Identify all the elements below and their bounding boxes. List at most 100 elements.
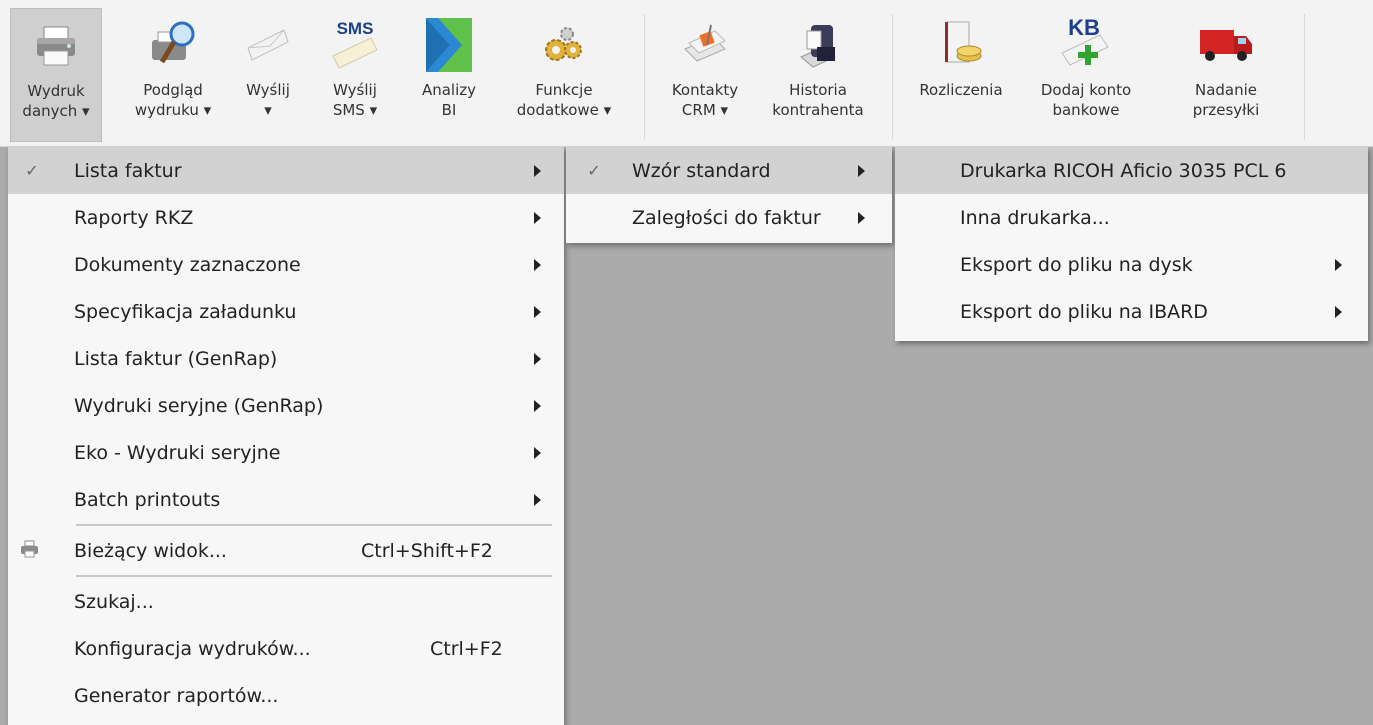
bi-analytics-label-2: BI xyxy=(441,101,457,119)
send-sms-button[interactable]: SMS Wyślij SMS ▾ xyxy=(324,8,386,142)
menu-item-label: Bieżący widok... xyxy=(74,539,227,562)
menu-item-eko-serial-printouts[interactable]: Eko - Wydruki seryjne xyxy=(8,429,564,476)
menu-item-label: Dokumenty zaznaczone xyxy=(74,253,301,276)
menu-item-shortcut: Ctrl+F2 xyxy=(430,637,503,660)
menu-item-report-generator[interactable]: Generator raportów... xyxy=(8,672,564,719)
menu-item-label: Batch printouts xyxy=(74,488,221,511)
standard-template-submenu: Drukarka RICOH Aficio 3035 PCL 6 Inna dr… xyxy=(895,147,1368,341)
submenu-arrow-icon xyxy=(534,211,541,224)
print-preview-label-2: wydruku ▾ xyxy=(134,101,212,119)
menu-separator xyxy=(76,524,552,526)
submenu-arrow-icon xyxy=(534,446,541,459)
submenu-arrow-icon xyxy=(858,164,865,177)
menu-item-export-to-ibard[interactable]: Eksport do pliku na IBARD xyxy=(895,288,1368,335)
menu-item-selected-documents[interactable]: Dokumenty zaznaczone xyxy=(8,241,564,288)
menu-item-label: Specyfikacja załadunku xyxy=(74,300,297,323)
submenu-arrow-icon xyxy=(1335,258,1342,271)
print-data-dropdown-menu: ✓ Lista faktur Raporty RKZ Dokumenty zaz… xyxy=(8,147,564,725)
shipment-dispatch-label-1: Nadanie xyxy=(1194,81,1257,99)
settlements-icon xyxy=(933,8,989,80)
menu-item-label: Eko - Wydruki seryjne xyxy=(74,441,281,464)
menu-item-search[interactable]: Szukaj... xyxy=(8,578,564,625)
menu-item-serial-printouts-genrap[interactable]: Wydruki seryjne (GenRap) xyxy=(8,382,564,429)
sms-icon-text: SMS xyxy=(337,19,374,38)
menu-item-label: Eksport do pliku na dysk xyxy=(960,253,1193,276)
ribbon-separator xyxy=(1304,14,1305,140)
printer-icon xyxy=(28,9,84,81)
menu-item-ricoh-printer[interactable]: Drukarka RICOH Aficio 3035 PCL 6 xyxy=(895,147,1368,194)
submenu-arrow-icon xyxy=(534,493,541,506)
add-bank-account-label-1: Dodaj konto xyxy=(1040,81,1132,99)
send-label-1: Wyślij xyxy=(246,81,290,99)
menu-item-label: Zaległości do faktur xyxy=(632,206,821,229)
add-bank-account-button[interactable]: KB Dodaj konto bankowe xyxy=(1024,8,1148,142)
print-data-label-1: Wydruk xyxy=(27,82,85,100)
print-preview-icon xyxy=(145,8,201,80)
settlements-button[interactable]: Rozliczenia xyxy=(906,8,1016,142)
bi-chevron-icon xyxy=(421,8,477,80)
send-button[interactable]: Wyślij ▾ xyxy=(236,8,300,142)
crm-contacts-icon xyxy=(677,8,733,80)
shipment-dispatch-button[interactable]: Nadanie przesyłki xyxy=(1168,8,1284,142)
add-bank-account-icon: KB xyxy=(1058,8,1114,80)
print-preview-button[interactable]: Podgląd wydruku ▾ xyxy=(118,8,228,142)
menu-item-label: Konfiguracja wydruków... xyxy=(74,637,311,660)
menu-item-label: Lista faktur xyxy=(74,159,182,182)
send-sms-label-1: Wyślij xyxy=(333,81,377,99)
send-label-2: ▾ xyxy=(264,101,272,119)
ribbon-toolbar: Wydruk danych ▾ Podgląd wydruku ▾ Wyślij ▾ xyxy=(0,0,1373,147)
delivery-truck-icon xyxy=(1198,8,1254,80)
contractor-history-label-2: kontrahenta xyxy=(772,101,864,119)
menu-item-invoice-arrears[interactable]: Zaległości do faktur xyxy=(566,194,892,241)
shipment-dispatch-label-2: przesyłki xyxy=(1192,101,1260,119)
submenu-arrow-icon xyxy=(534,164,541,177)
extra-functions-label-2: dodatkowe ▾ xyxy=(516,101,612,119)
crm-contacts-label-2: CRM ▾ xyxy=(681,101,729,119)
menu-item-invoice-list[interactable]: ✓ Lista faktur xyxy=(8,147,564,194)
menu-item-label: Lista faktur (GenRap) xyxy=(74,347,278,370)
ribbon-separator xyxy=(644,14,645,140)
ribbon-separator xyxy=(892,14,893,140)
print-data-label-2: danych ▾ xyxy=(22,102,90,120)
menu-item-other-printer[interactable]: Inna drukarka... xyxy=(895,194,1368,241)
menu-item-label: Inna drukarka... xyxy=(960,206,1110,229)
add-bank-account-label-2: bankowe xyxy=(1052,101,1120,119)
sms-icon: SMS xyxy=(327,8,383,80)
print-preview-label-1: Podgląd xyxy=(143,81,203,99)
send-envelope-icon xyxy=(240,8,296,80)
contractor-history-button[interactable]: Historia kontrahenta xyxy=(760,8,876,142)
submenu-arrow-icon xyxy=(534,305,541,318)
menu-item-batch-printouts[interactable]: Batch printouts xyxy=(8,476,564,523)
contractor-history-label-1: Historia xyxy=(789,81,847,99)
menu-item-loading-specification[interactable]: Specyfikacja załadunku xyxy=(8,288,564,335)
menu-item-export-to-disk[interactable]: Eksport do pliku na dysk xyxy=(895,241,1368,288)
menu-item-current-view[interactable]: Bieżący widok... Ctrl+Shift+F2 xyxy=(8,527,564,574)
menu-item-label: Drukarka RICOH Aficio 3035 PCL 6 xyxy=(960,159,1287,182)
menu-item-rkz-reports[interactable]: Raporty RKZ xyxy=(8,194,564,241)
invoice-list-submenu: ✓ Wzór standard Zaległości do faktur xyxy=(566,147,892,243)
menu-item-label: Szukaj... xyxy=(74,590,154,613)
bank-icon-text: KB xyxy=(1068,15,1100,40)
menu-item-print-configuration[interactable]: Konfiguracja wydruków... Ctrl+F2 xyxy=(8,625,564,672)
submenu-arrow-icon xyxy=(534,399,541,412)
send-sms-label-2: SMS ▾ xyxy=(332,101,378,119)
bi-analytics-button[interactable]: Analizy BI xyxy=(412,8,486,142)
submenu-arrow-icon xyxy=(534,258,541,271)
submenu-arrow-icon xyxy=(1335,305,1342,318)
menu-item-label: Eksport do pliku na IBARD xyxy=(960,300,1208,323)
gears-icon xyxy=(536,8,592,80)
print-data-button[interactable]: Wydruk danych ▾ xyxy=(10,8,102,142)
extra-functions-button[interactable]: Funkcje dodatkowe ▾ xyxy=(504,8,624,142)
menu-item-label: Wzór standard xyxy=(632,159,771,182)
bi-analytics-label-1: Analizy xyxy=(421,81,477,99)
small-printer-icon xyxy=(20,540,40,562)
contractor-history-icon xyxy=(790,8,846,80)
extra-functions-label-1: Funkcje xyxy=(535,81,593,99)
menu-separator xyxy=(76,575,552,577)
menu-item-standard-template[interactable]: ✓ Wzór standard xyxy=(566,147,892,194)
crm-contacts-button[interactable]: Kontakty CRM ▾ xyxy=(662,8,748,142)
menu-item-invoice-list-genrap[interactable]: Lista faktur (GenRap) xyxy=(8,335,564,382)
check-icon: ✓ xyxy=(587,161,601,180)
check-icon: ✓ xyxy=(25,161,39,180)
submenu-arrow-icon xyxy=(858,211,865,224)
